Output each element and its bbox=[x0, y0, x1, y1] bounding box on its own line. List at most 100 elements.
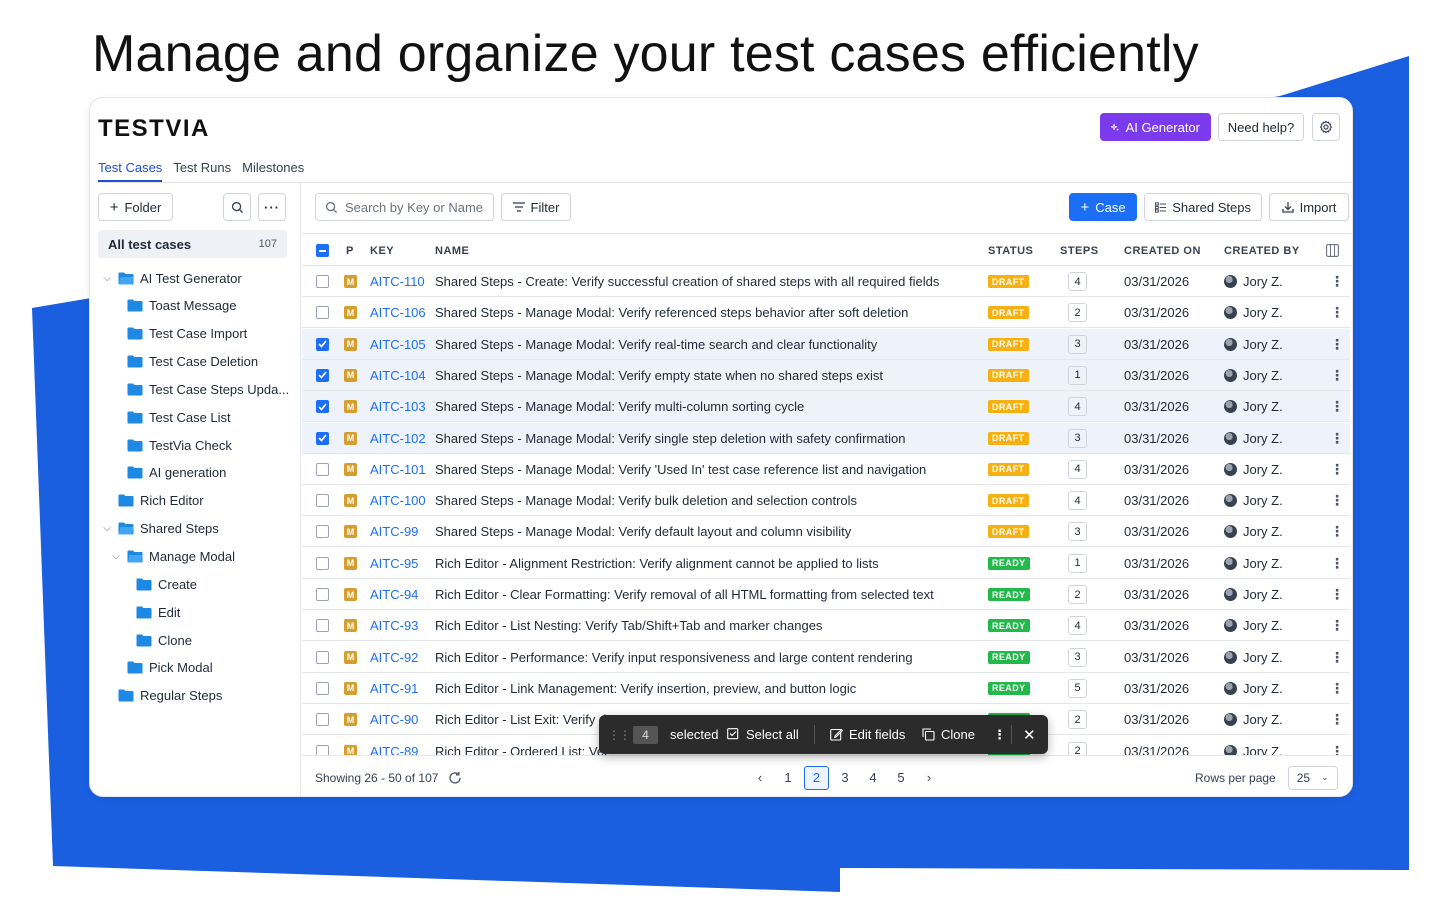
row-checkbox[interactable] bbox=[316, 391, 329, 422]
page-button[interactable]: 5 bbox=[887, 766, 915, 790]
row-checkbox[interactable] bbox=[316, 642, 329, 673]
settings-button[interactable] bbox=[1312, 113, 1340, 141]
folder-item[interactable]: Test Case Deletion bbox=[111, 350, 258, 374]
add-case-button[interactable]: + Case bbox=[1069, 193, 1137, 221]
table-row[interactable]: M AITC-99 Shared Steps - Manage Modal: Ver… bbox=[302, 516, 1350, 548]
ai-generator-button[interactable]: AI Generator bbox=[1100, 113, 1211, 141]
table-row[interactable]: M AITC-104 Shared Steps - Manage Modal: Ve… bbox=[302, 359, 1350, 391]
shared-steps-button[interactable]: Shared Steps bbox=[1144, 193, 1262, 221]
row-menu-button[interactable]: ⋮ bbox=[1330, 579, 1344, 610]
col-status[interactable]: STATUS bbox=[988, 234, 1033, 267]
row-checkbox[interactable] bbox=[316, 329, 329, 360]
table-row[interactable]: M AITC-105 Shared Steps - Manage Modal: Ve… bbox=[302, 328, 1350, 360]
row-checkbox[interactable] bbox=[316, 548, 329, 579]
table-row[interactable]: M AITC-101 Shared Steps - Manage Modal: Ve… bbox=[302, 454, 1350, 485]
row-checkbox[interactable] bbox=[316, 736, 329, 755]
folder-item[interactable]: Test Case Import bbox=[111, 322, 247, 346]
col-key[interactable]: KEY bbox=[370, 234, 394, 267]
case-name[interactable]: Rich Editor - List Nesting: Verify Tab/S… bbox=[435, 610, 822, 641]
table-row[interactable]: M AITC-92 Rich Editor - Performance: Verif… bbox=[302, 642, 1350, 673]
folder-item[interactable]: Pick Modal bbox=[111, 656, 213, 680]
select-all-checkbox[interactable] bbox=[316, 234, 329, 267]
folder-item[interactable]: ⌵ Shared Steps bbox=[102, 517, 219, 541]
case-name[interactable]: Shared Steps - Create: Verify successful… bbox=[435, 266, 939, 297]
row-menu-button[interactable]: ⋮ bbox=[1330, 454, 1344, 485]
row-checkbox[interactable] bbox=[316, 704, 329, 735]
case-key-link[interactable]: AITC-99 bbox=[370, 516, 418, 547]
col-priority[interactable]: P bbox=[346, 234, 354, 267]
table-row[interactable]: M AITC-100 Shared Steps - Manage Modal: Ve… bbox=[302, 485, 1350, 517]
case-key-link[interactable]: AITC-90 bbox=[370, 704, 418, 735]
row-checkbox[interactable] bbox=[316, 360, 329, 391]
folder-item[interactable]: ⌵ AI Test Generator bbox=[102, 266, 241, 290]
rows-per-page-select[interactable]: 25 ⌄ bbox=[1287, 765, 1338, 790]
folder-item[interactable]: Edit bbox=[120, 600, 180, 624]
case-name[interactable]: Shared Steps - Manage Modal: Verify 'Use… bbox=[435, 454, 926, 485]
row-menu-button[interactable]: ⋮ bbox=[1330, 485, 1344, 516]
case-name[interactable]: Rich Editor - List Exit: Verify d bbox=[435, 704, 606, 735]
need-help-button[interactable]: Need help? bbox=[1218, 113, 1304, 141]
table-row[interactable]: M AITC-110 Shared Steps - Create: Verify s… bbox=[302, 266, 1350, 297]
row-checkbox[interactable] bbox=[316, 485, 329, 516]
case-name[interactable]: Rich Editor - Link Management: Verify in… bbox=[435, 673, 856, 704]
case-name[interactable]: Shared Steps - Manage Modal: Verify empt… bbox=[435, 360, 883, 391]
col-created-by[interactable]: CREATED BY bbox=[1224, 234, 1300, 267]
col-name[interactable]: NAME bbox=[435, 234, 469, 267]
case-key-link[interactable]: AITC-105 bbox=[370, 329, 426, 360]
table-row[interactable]: M AITC-106 Shared Steps - Manage Modal: Ve… bbox=[302, 297, 1350, 329]
next-page-button[interactable]: › bbox=[915, 766, 943, 790]
row-menu-button[interactable]: ⋮ bbox=[1330, 391, 1344, 422]
case-name[interactable]: Shared Steps - Manage Modal: Verify defa… bbox=[435, 516, 851, 547]
case-key-link[interactable]: AITC-106 bbox=[370, 297, 426, 328]
select-all-button[interactable]: Select all bbox=[727, 715, 799, 754]
case-name[interactable]: Shared Steps - Manage Modal: Verify mult… bbox=[435, 391, 804, 422]
row-checkbox[interactable] bbox=[316, 454, 329, 485]
folder-item[interactable]: Rich Editor bbox=[102, 489, 204, 513]
table-row[interactable]: M AITC-94 Rich Editor - Clear Formatting: … bbox=[302, 579, 1350, 610]
folder-item[interactable]: Test Case Steps Upda... bbox=[111, 377, 289, 401]
case-name[interactable]: Shared Steps - Manage Modal: Verify real… bbox=[435, 329, 877, 360]
case-name[interactable]: Shared Steps - Manage Modal: Verify refe… bbox=[435, 297, 908, 328]
case-key-link[interactable]: AITC-103 bbox=[370, 391, 426, 422]
folder-item[interactable]: Regular Steps bbox=[102, 684, 222, 708]
case-name[interactable]: Shared Steps - Manage Modal: Verify sing… bbox=[435, 423, 905, 454]
case-key-link[interactable]: AITC-89 bbox=[370, 736, 418, 756]
page-button[interactable]: 2 bbox=[804, 765, 829, 790]
row-menu-button[interactable]: ⋮ bbox=[1330, 329, 1344, 360]
table-row[interactable]: M AITC-103 Shared Steps - Manage Modal: Ve… bbox=[302, 391, 1350, 423]
col-created-on[interactable]: CREATED ON bbox=[1124, 234, 1201, 267]
folder-item[interactable]: AI generation bbox=[111, 461, 226, 485]
row-checkbox[interactable] bbox=[316, 579, 329, 610]
case-key-link[interactable]: AITC-94 bbox=[370, 579, 418, 610]
table-row[interactable]: M AITC-93 Rich Editor - List Nesting: Veri… bbox=[302, 610, 1350, 642]
table-row[interactable]: M AITC-91 Rich Editor - Link Management: V… bbox=[302, 673, 1350, 704]
row-menu-button[interactable]: ⋮ bbox=[1330, 423, 1344, 454]
chevron-down-icon[interactable]: ⌵ bbox=[102, 523, 112, 534]
case-key-link[interactable]: AITC-102 bbox=[370, 423, 426, 454]
folder-item[interactable]: ⌵ Manage Modal bbox=[111, 545, 235, 569]
case-key-link[interactable]: AITC-101 bbox=[370, 454, 426, 485]
folder-item[interactable]: TestVia Check bbox=[111, 433, 232, 457]
add-folder-button[interactable]: + Folder bbox=[98, 193, 173, 221]
row-menu-button[interactable]: ⋮ bbox=[1330, 610, 1344, 641]
clone-button[interactable]: Clone bbox=[922, 715, 975, 754]
close-action-bar-button[interactable]: ✕ bbox=[1023, 715, 1036, 754]
row-menu-button[interactable]: ⋮ bbox=[1330, 642, 1344, 673]
col-steps[interactable]: STEPS bbox=[1060, 234, 1099, 267]
row-menu-button[interactable]: ⋮ bbox=[1330, 736, 1344, 756]
column-settings-button[interactable] bbox=[1326, 234, 1339, 267]
chevron-down-icon[interactable]: ⌵ bbox=[111, 551, 121, 562]
refresh-icon[interactable] bbox=[448, 771, 462, 785]
row-menu-button[interactable]: ⋮ bbox=[1330, 297, 1344, 328]
table-row[interactable]: M AITC-102 Shared Steps - Manage Modal: Ve… bbox=[302, 422, 1350, 454]
folder-more-button[interactable]: ··· bbox=[258, 193, 286, 221]
import-button[interactable]: Import bbox=[1269, 193, 1349, 221]
row-menu-button[interactable]: ⋮ bbox=[1330, 516, 1344, 547]
case-key-link[interactable]: AITC-104 bbox=[370, 360, 426, 391]
tab-milestones[interactable]: Milestones bbox=[242, 160, 304, 182]
case-key-link[interactable]: AITC-100 bbox=[370, 485, 426, 516]
case-name[interactable]: Rich Editor - Ordered List: Ver bbox=[435, 736, 608, 756]
case-name[interactable]: Shared Steps - Manage Modal: Verify bulk… bbox=[435, 485, 857, 516]
folder-item[interactable]: Create bbox=[120, 572, 197, 596]
page-button[interactable]: 4 bbox=[859, 766, 887, 790]
